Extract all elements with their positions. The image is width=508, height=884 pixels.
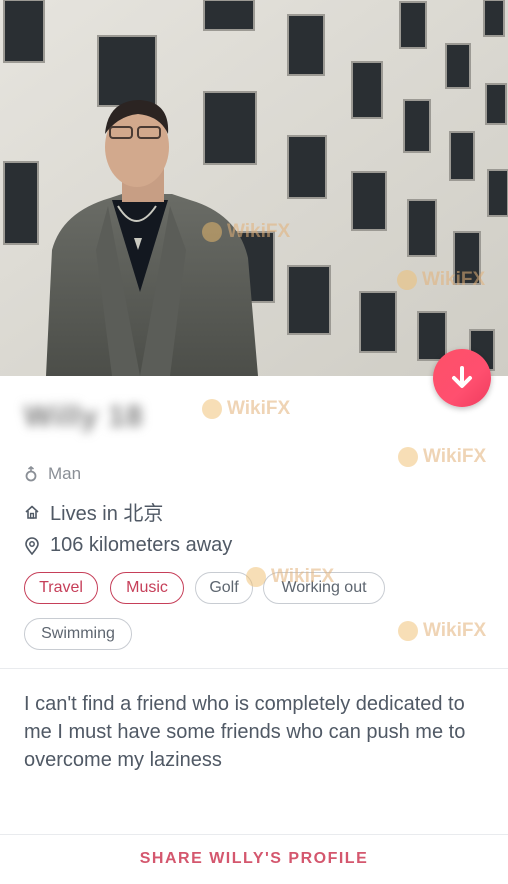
distance-row: 106 kilometers away	[24, 534, 232, 557]
profile-bio: I can't find a friend who is completely …	[24, 693, 466, 771]
interest-chip-music[interactable]: Music	[110, 572, 184, 604]
profile-photo-image	[0, 0, 508, 376]
profile-photo[interactable]	[0, 0, 508, 376]
gender-text: Man	[48, 464, 82, 483]
lives-in-row: Lives in 北京	[24, 497, 163, 526]
lives-in-text: Lives in 北京	[50, 503, 164, 525]
distance-text: 106 kilometers away	[50, 534, 233, 556]
gender-row: Man	[24, 464, 81, 484]
share-profile-button[interactable]: SHARE WILLY'S PROFILE	[0, 850, 508, 868]
watermark-logo-icon	[202, 399, 222, 419]
section-divider	[0, 834, 508, 835]
watermark: WikiFX	[398, 620, 486, 642]
section-divider	[0, 668, 508, 669]
interest-chip-swimming[interactable]: Swimming	[24, 618, 132, 650]
collapse-profile-button[interactable]	[433, 349, 491, 407]
interest-chip-travel[interactable]: Travel	[24, 572, 98, 604]
interest-chip-working-out[interactable]: Working out	[263, 572, 385, 604]
watermark-logo-icon	[398, 447, 418, 467]
watermark-logo-icon	[398, 621, 418, 641]
gender-icon	[25, 466, 37, 482]
location-pin-icon	[25, 536, 39, 555]
interest-chip-golf[interactable]: Golf	[195, 572, 253, 604]
watermark: WikiFX	[398, 446, 486, 468]
home-icon	[25, 505, 39, 519]
watermark: WikiFX	[202, 398, 290, 420]
arrow-down-icon	[452, 366, 472, 388]
profile-name: Willy 18	[24, 400, 144, 433]
